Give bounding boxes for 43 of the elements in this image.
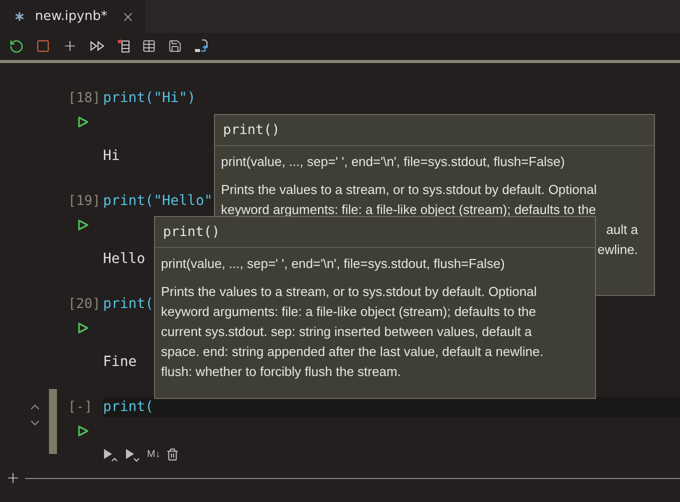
tooltip-description-line: keyword arguments: file: a file-like object (stream); defaults to the — [221, 201, 597, 219]
clear-outputs-icon[interactable] — [117, 39, 130, 53]
delete-icon[interactable] — [166, 448, 180, 461]
code-line[interactable]: print("Hello" — [103, 191, 213, 211]
add-icon[interactable] — [62, 38, 78, 54]
tooltip-description-line: flush: whether to forcibly flush the stream. — [161, 363, 402, 381]
cell-output: Fine — [103, 354, 137, 370]
execution-count: [19] — [68, 192, 102, 211]
tooltip-title: print() — [155, 217, 595, 248]
cell-output: Hi — [103, 148, 120, 164]
tooltip-description-line: space. end: string appended after the last value, default a newline. — [161, 343, 544, 361]
tooltip-description-line: keyword arguments: file: a file-like object (stream); defaults to the — [161, 303, 537, 321]
execution-count: [18] — [68, 88, 102, 108]
run-above-icon[interactable] — [103, 448, 119, 462]
tooltip-description-line: Prints the values to a stream, or to sys.stdout by default. Optional — [221, 181, 598, 199]
execution-count: [20] — [68, 294, 102, 314]
run-cell-icon[interactable] — [77, 425, 89, 437]
run-cell-icon[interactable] — [77, 219, 89, 231]
tooltip-signature: print(value, ..., sep=' ', end='\n', file=sys.stdout, flush=False) — [221, 153, 566, 171]
add-cell-icon[interactable] — [5, 470, 21, 486]
tooltip-description-line: ault a — [605, 221, 639, 239]
tab-title: new.ipynb* — [35, 8, 108, 26]
cell-output: Hello — [103, 251, 146, 267]
restart-icon[interactable] — [9, 38, 24, 54]
run-all-icon[interactable] — [90, 40, 105, 52]
save-icon[interactable] — [168, 39, 182, 53]
notebook-tab[interactable]: new.ipynb* — [0, 0, 146, 33]
run-below-icon[interactable] — [125, 448, 141, 462]
tooltip-description-line: ewline. — [596, 241, 639, 259]
export-icon[interactable] — [194, 38, 208, 54]
run-cell-icon[interactable] — [77, 322, 89, 334]
code-line[interactable]: print("Hi") — [103, 88, 196, 108]
tooltip-description-line: current sys.stdout. sep: string inserted between values, default a — [161, 323, 533, 341]
stop-icon[interactable] — [36, 39, 50, 53]
run-cell-icon[interactable] — [77, 116, 89, 128]
tooltip-title: print() — [215, 115, 654, 146]
markdown-toggle[interactable]: M↓ — [147, 447, 160, 462]
execution-count: [-] — [68, 398, 94, 417]
tooltip-signature: print(value, ..., sep=' ', end='\n', file=sys.stdout, flush=False) — [161, 255, 506, 273]
tooltip-description-line: Prints the values to a stream, or to sys.stdout by default. Optional — [161, 283, 538, 301]
cell-indicator — [49, 389, 57, 454]
code-line[interactable]: print( — [103, 294, 154, 314]
table-icon[interactable] — [142, 39, 156, 53]
